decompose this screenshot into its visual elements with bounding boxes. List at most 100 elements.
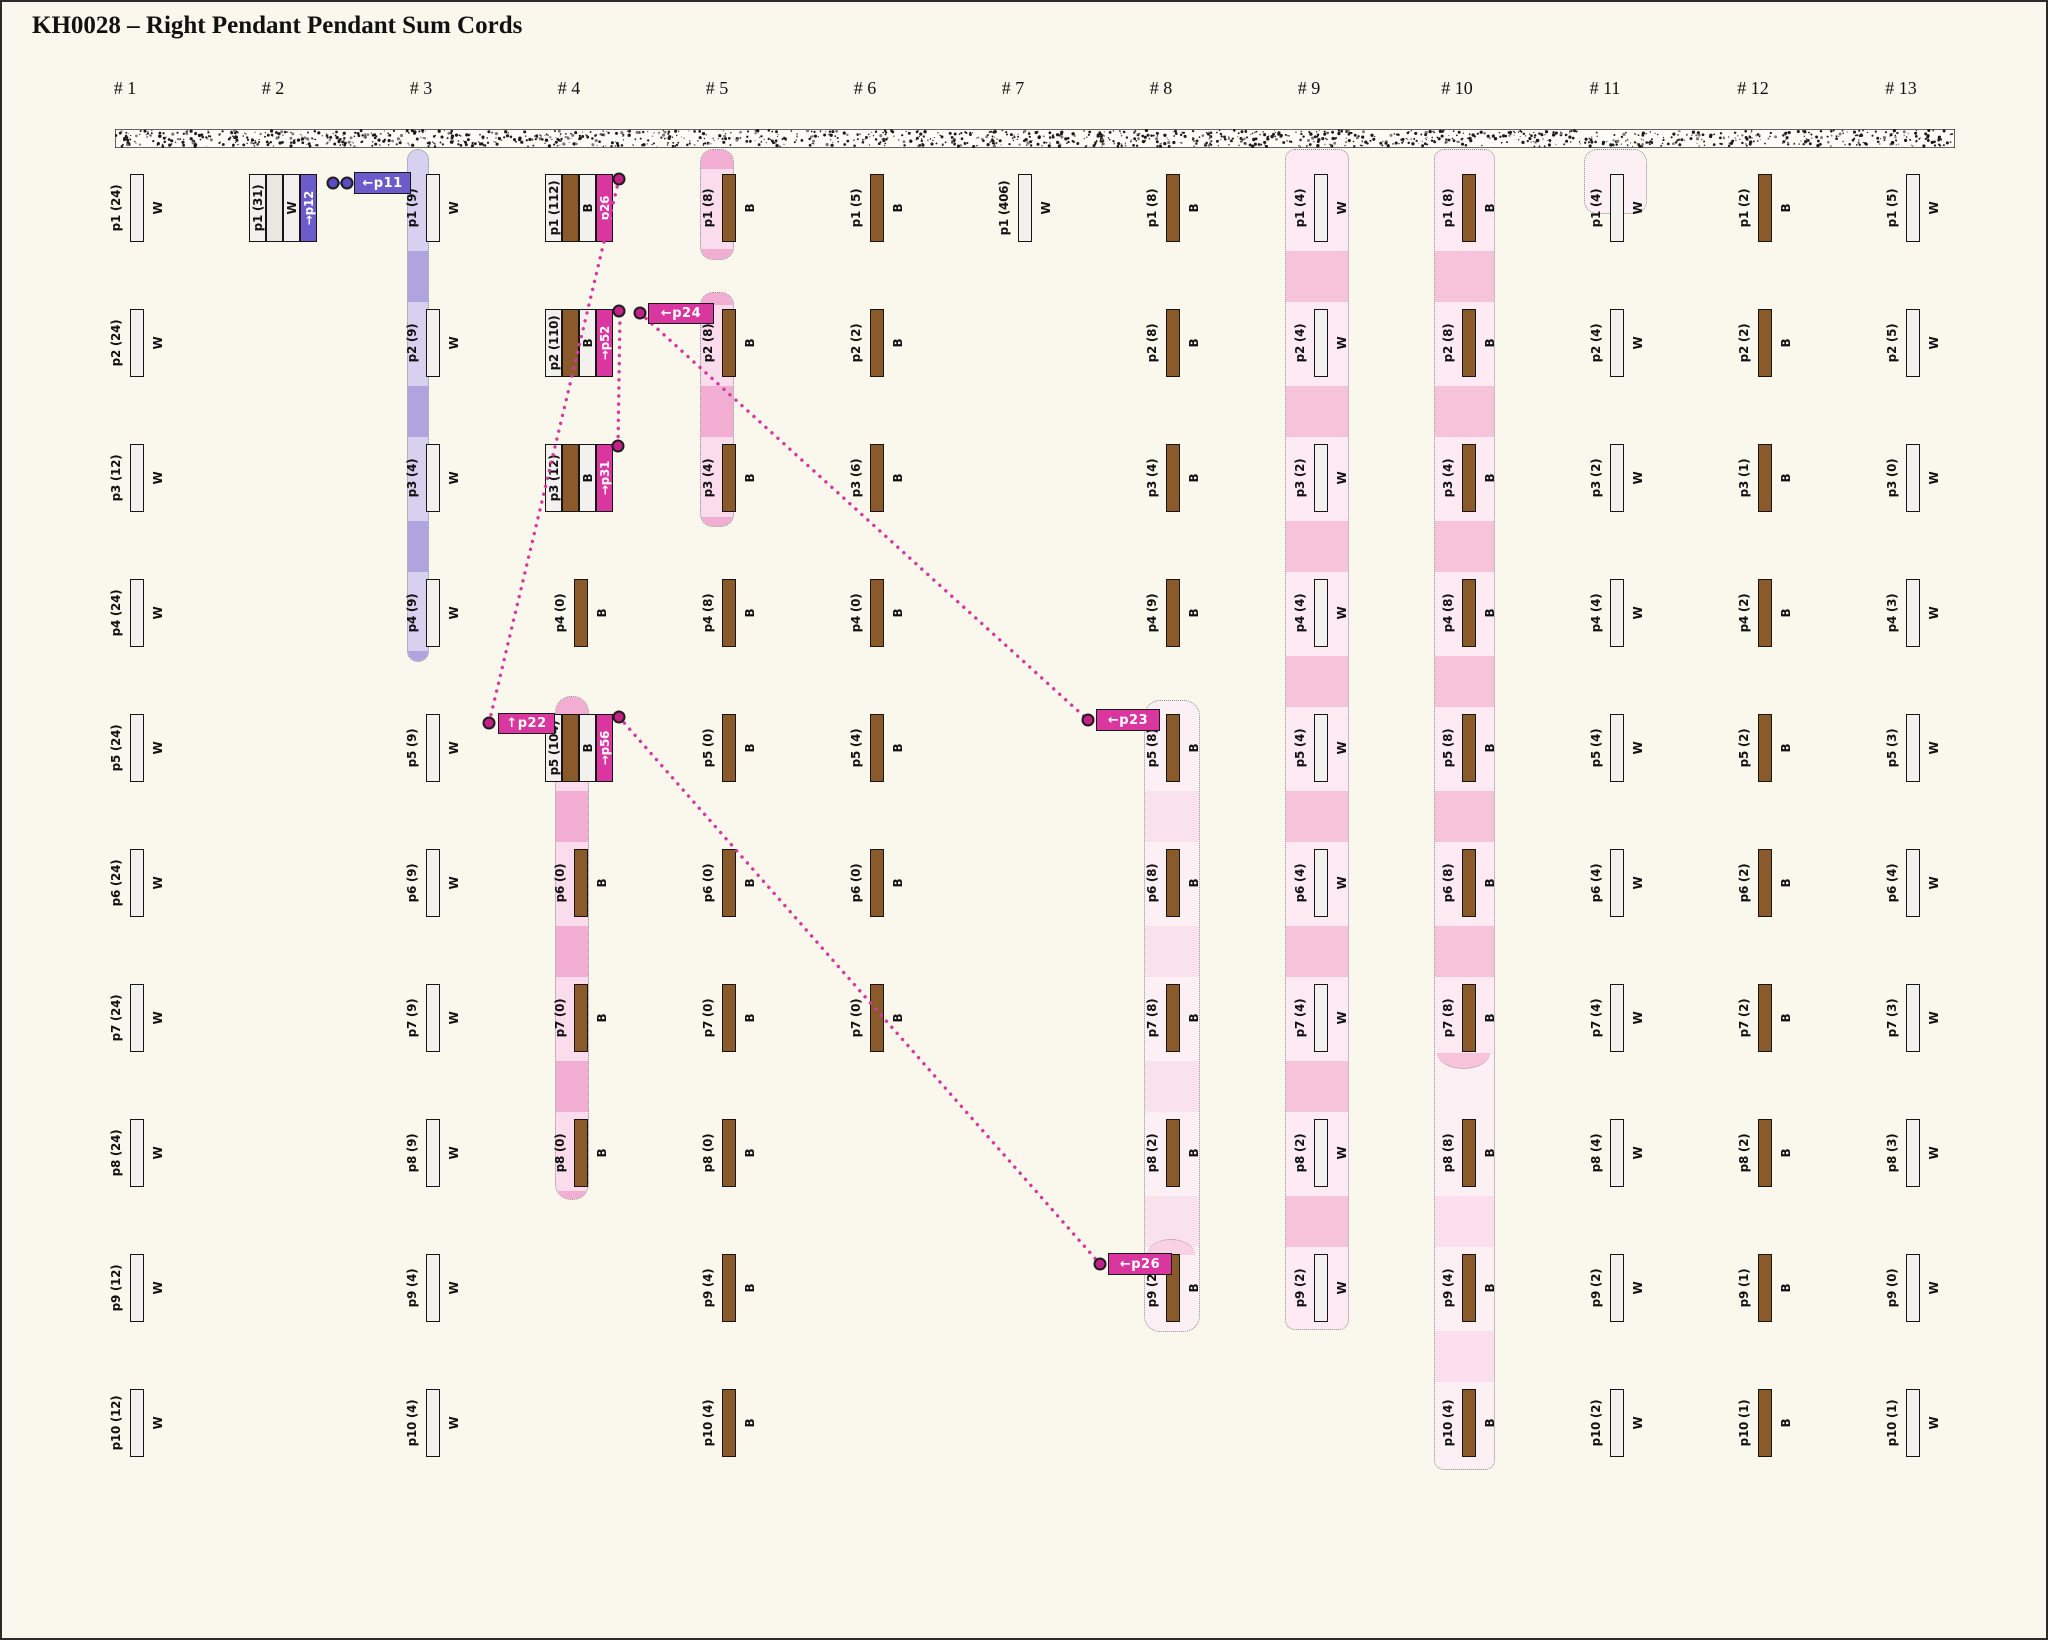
cord-color-code: W <box>446 1233 462 1343</box>
pendant-cord-bar <box>1166 984 1180 1052</box>
pendant-cord-bar <box>426 1389 440 1457</box>
band-faint-segment <box>1435 1331 1494 1382</box>
band-dark-cap <box>701 517 733 527</box>
pendant-label: p2 (4) <box>1588 288 1604 398</box>
khipu-diagram: KH0028 – Right Pendant Pendant Sum Cords… <box>0 0 2048 1640</box>
pendant-cord-bar <box>426 579 440 647</box>
band-dark-segment <box>1286 1061 1348 1112</box>
cord-color-code: B <box>742 693 758 803</box>
cord-color-code: W <box>1926 558 1942 668</box>
pendant-label: p8 (3) <box>1884 1098 1900 1208</box>
pendant-cord-bar <box>1166 849 1180 917</box>
pendant-cord-bar <box>1610 1119 1624 1187</box>
cord-color-code: W <box>1630 558 1646 668</box>
pendant-cord-bar <box>1166 309 1180 377</box>
pendant-label: p2 (2) <box>848 288 864 398</box>
pendant-label: p7 (24) <box>108 963 124 1073</box>
pendant-cord-bar <box>1758 1254 1772 1322</box>
band-dark-segment <box>408 251 428 302</box>
band-dark-segment <box>1435 386 1494 437</box>
pendant-label: p5 (3) <box>1884 693 1900 803</box>
cord-color-code: W <box>1630 288 1646 398</box>
pendant-label: p2 (5) <box>1884 288 1900 398</box>
pendant-cord-bar <box>1758 714 1772 782</box>
pendant-cord-bar <box>1166 579 1180 647</box>
link-dot <box>342 178 353 189</box>
group-label-bar <box>545 309 562 377</box>
pendant-cord-bar <box>1758 1389 1772 1457</box>
cord-color-code: W <box>1926 423 1942 533</box>
pendant-label: p8 (9) <box>404 1098 420 1208</box>
pendant-cord-bar <box>870 309 884 377</box>
pendant-label: p8 (24) <box>108 1098 124 1208</box>
pendant-label: p6 (4) <box>1884 828 1900 938</box>
pendant-cord-bar <box>426 714 440 782</box>
band-dark-segment <box>1145 1061 1199 1112</box>
link-dot <box>1083 715 1094 726</box>
band-dark-segment <box>1286 251 1348 302</box>
pendant-label: p7 (3) <box>1884 963 1900 1073</box>
pendant-label: p4 (24) <box>108 558 124 668</box>
pendant-cord-bar <box>1314 309 1328 377</box>
column-header-3: # 3 <box>376 78 466 99</box>
cord-color-code: W <box>446 153 462 263</box>
sum-cord-bar <box>596 309 613 377</box>
cord-color-code: W <box>150 423 166 533</box>
group-cord-swatch <box>562 309 579 377</box>
pendant-label: p2 (8) <box>1144 288 1160 398</box>
pendant-cord-bar <box>1462 309 1476 377</box>
pendant-cord-bar <box>870 444 884 512</box>
pendant-label: p10 (12) <box>108 1368 124 1478</box>
pendant-cord-bar <box>1758 1119 1772 1187</box>
pendant-cord-bar <box>1906 984 1920 1052</box>
cord-color-code: B <box>890 693 906 803</box>
pendant-cord-bar <box>1758 984 1772 1052</box>
cord-color-code: W <box>1630 693 1646 803</box>
group-color-bar <box>579 174 596 242</box>
pendant-cord-bar <box>130 444 144 512</box>
link-dot <box>614 174 625 185</box>
pendant-cord-bar <box>1314 174 1328 242</box>
pendant-label: p8 (4) <box>1588 1098 1604 1208</box>
cord-color-code: B <box>742 153 758 263</box>
pendant-label: p9 (4) <box>404 1233 420 1343</box>
pendant-label: p3 (6) <box>848 423 864 533</box>
pendant-cord-bar <box>1610 309 1624 377</box>
pendant-label: p5 (4) <box>1588 693 1604 803</box>
group-label-bar <box>545 174 562 242</box>
pendant-cord-bar <box>1166 444 1180 512</box>
cord-color-code: B <box>742 288 758 398</box>
pendant-label: p1 (2) <box>1736 153 1752 263</box>
cord-color-code: B <box>594 558 610 668</box>
cord-color-code: W <box>446 423 462 533</box>
pendant-cord-bar <box>130 174 144 242</box>
column-header-6: # 6 <box>820 78 910 99</box>
pendant-label: p8 (0) <box>700 1098 716 1208</box>
pendant-cord-bar <box>1166 174 1180 242</box>
cord-color-code: W <box>446 828 462 938</box>
group-color-bar <box>579 714 596 782</box>
pendant-cord-bar <box>130 1389 144 1457</box>
link-dot <box>635 308 646 319</box>
pendant-cord-bar <box>722 1119 736 1187</box>
pendant-label: p6 (0) <box>848 828 864 938</box>
cord-color-code: B <box>1778 153 1794 263</box>
pendant-label: p10 (2) <box>1588 1368 1604 1478</box>
pendant-cord-bar <box>1610 174 1624 242</box>
pendant-cord-bar <box>1906 849 1920 917</box>
pendant-label: p9 (12) <box>108 1233 124 1343</box>
pendant-label: p4 (2) <box>1736 558 1752 668</box>
cord-color-code: B <box>1778 828 1794 938</box>
band-dark-segment <box>1435 251 1494 302</box>
cord-color-code: B <box>1778 423 1794 533</box>
pendant-label: p7 (4) <box>1588 963 1604 1073</box>
column-header-9: # 9 <box>1264 78 1354 99</box>
pendant-cord-bar <box>1462 1119 1476 1187</box>
cord-color-code: B <box>1778 1098 1794 1208</box>
cord-color-code: W <box>150 693 166 803</box>
primary-cord <box>115 129 1955 148</box>
reference-badge-p23: ←p23 <box>1096 709 1160 731</box>
cord-color-code: B <box>890 288 906 398</box>
cord-color-code: B <box>1778 288 1794 398</box>
cord-color-code: W <box>446 1368 462 1478</box>
